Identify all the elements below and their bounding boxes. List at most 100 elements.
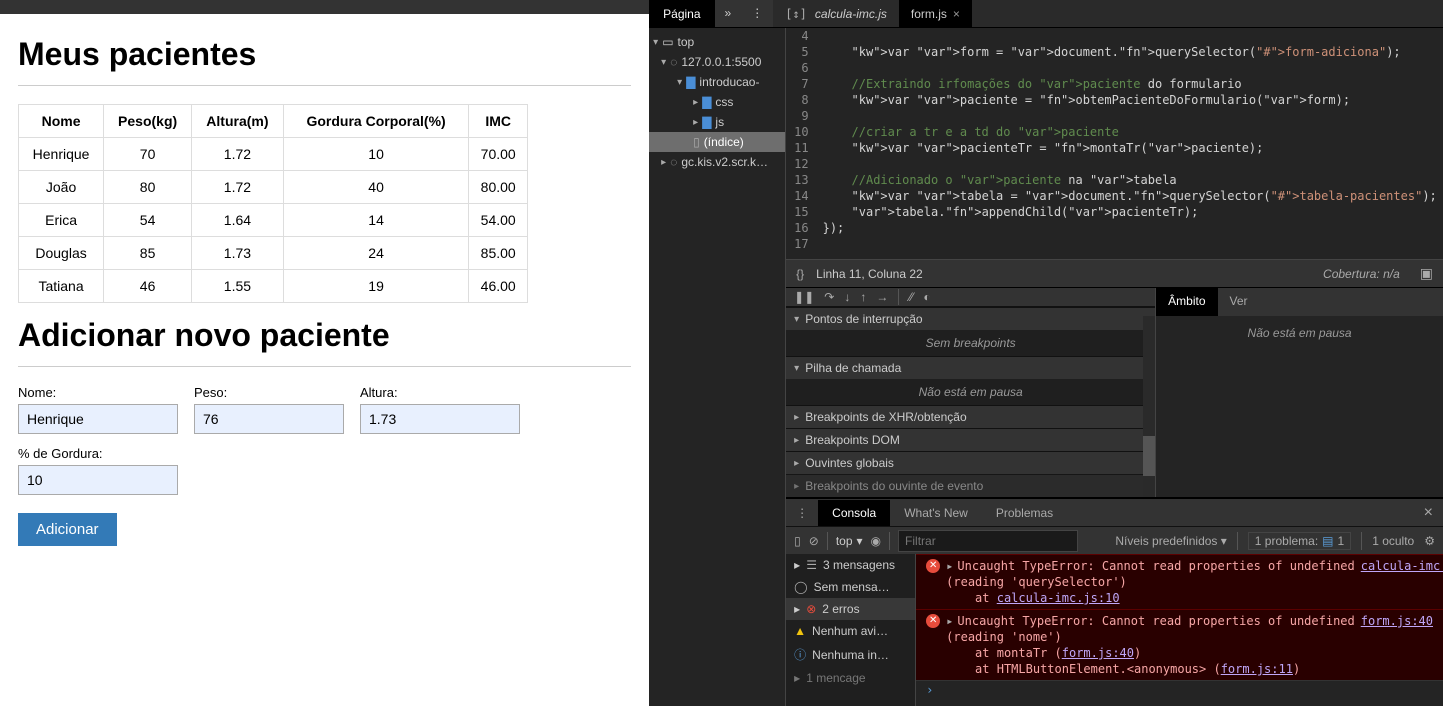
- folder-icon: ▇: [686, 75, 695, 89]
- scrollbar[interactable]: [1143, 316, 1155, 497]
- filter-info[interactable]: ⓘNenhuma in…: [786, 642, 915, 667]
- tree-top[interactable]: ▾▭top: [649, 32, 785, 52]
- file-tab-form[interactable]: form.js×: [899, 0, 972, 27]
- close-icon[interactable]: ×: [1414, 504, 1443, 522]
- collapse-icon[interactable]: ▣: [1420, 265, 1433, 282]
- console-error-1[interactable]: ✕ Uncaught TypeError: Cannot read proper…: [916, 554, 1443, 609]
- tab-console[interactable]: Consola: [818, 500, 890, 526]
- label-peso: Peso:: [194, 385, 344, 400]
- pause-on-exceptions-icon[interactable]: ◐: [923, 290, 930, 304]
- levels-dropdown[interactable]: Níveis predefinidos ▾: [1115, 534, 1226, 548]
- file-tree-sidebar: ▾▭top ▾◌127.0.0.1:5500 ▾▇introducao- ▸▇c…: [649, 28, 786, 706]
- table-cell: 24: [283, 237, 469, 270]
- window-top-bar: [0, 0, 649, 14]
- error-icon: ✕: [926, 559, 940, 573]
- problems-badge[interactable]: 1 problema: ▤ 1: [1248, 532, 1351, 550]
- code-editor[interactable]: 4567891011121314151617 "kw">var "var">fo…: [786, 28, 1443, 260]
- debug-left-panel: ❚❚ ↷ ↓ ↑ → ⁄⁄ ◐ ▾Pontos de interrupção S…: [786, 288, 1156, 497]
- tree-folder-js[interactable]: ▸▇js: [649, 112, 785, 132]
- table-cell: 1.73: [192, 237, 284, 270]
- table-cell: 1.72: [192, 171, 284, 204]
- file-tab-calcula-imc[interactable]: [↕]calcula-imc.js: [773, 0, 899, 27]
- filter-user[interactable]: ◯Sem mensa…: [786, 576, 915, 598]
- step-out-icon[interactable]: ↑: [860, 290, 866, 304]
- filter-messages[interactable]: ▸☰3 mensagens: [786, 554, 915, 576]
- table-cell: 1.64: [192, 204, 284, 237]
- tree-file-indice[interactable]: ▯(índice): [649, 132, 785, 152]
- section-callstack[interactable]: ▾Pilha de chamada: [786, 356, 1155, 379]
- tree-host[interactable]: ▾◌127.0.0.1:5500: [649, 52, 785, 72]
- console-filter-input[interactable]: [898, 530, 1078, 552]
- section-globals[interactable]: ▸Ouvintes globais: [786, 451, 1155, 474]
- step-over-icon[interactable]: ↷: [824, 290, 834, 304]
- heading-patients: Meus pacientes: [18, 36, 631, 73]
- sidebar-toggle-icon[interactable]: ▯: [794, 534, 801, 548]
- tab-pagina[interactable]: Página: [649, 0, 714, 27]
- table-cell: Douglas: [19, 237, 104, 270]
- table-row: Douglas851.732485.00: [19, 237, 528, 270]
- tree-folder-root[interactable]: ▾▇introducao-: [649, 72, 785, 92]
- file-icon: [↕]: [785, 7, 807, 21]
- eye-icon[interactable]: ◉: [871, 534, 881, 548]
- console-toolbar: ▯ ⊘ top▾ ◉ Níveis predefinidos ▾ 1 probl…: [786, 526, 1443, 554]
- pause-icon[interactable]: ❚❚: [794, 290, 814, 304]
- tab-scope[interactable]: Âmbito: [1156, 288, 1217, 316]
- step-icon[interactable]: →: [876, 290, 888, 304]
- cloud-icon: ◌: [670, 55, 677, 69]
- input-gordura[interactable]: [18, 465, 178, 495]
- table-cell: 85: [104, 237, 192, 270]
- source-link[interactable]: form.js:40: [1361, 613, 1433, 677]
- source-link[interactable]: calcula-imc.js:10: [1361, 558, 1443, 606]
- label-gordura: % de Gordura:: [18, 446, 178, 461]
- tab-problems[interactable]: Problemas: [982, 500, 1067, 526]
- section-xhr-bp[interactable]: ▸Breakpoints de XHR/obtenção: [786, 405, 1155, 428]
- stack-link[interactable]: form.js:11: [1221, 662, 1293, 676]
- table-header: Gordura Corporal(%): [283, 105, 469, 138]
- kebab-menu-icon[interactable]: ⋮: [786, 506, 818, 520]
- tab-watch[interactable]: Ver: [1218, 288, 1260, 316]
- input-peso[interactable]: [194, 404, 344, 434]
- error-icon: ✕: [926, 614, 940, 628]
- context-selector[interactable]: top▾: [836, 534, 863, 548]
- table-header: Peso(kg): [104, 105, 192, 138]
- issue-icon: ▤: [1322, 534, 1333, 548]
- table-row: João801.724080.00: [19, 171, 528, 204]
- tabs-overflow-icon[interactable]: »: [715, 0, 742, 27]
- stack-link[interactable]: form.js:40: [1062, 646, 1134, 660]
- step-into-icon[interactable]: ↓: [844, 290, 850, 304]
- table-header: IMC: [469, 105, 528, 138]
- section-dom-bp[interactable]: ▸Breakpoints DOM: [786, 428, 1155, 451]
- table-row: Henrique701.721070.00: [19, 138, 528, 171]
- tree-folder-css[interactable]: ▸▇css: [649, 92, 785, 112]
- tree-gc[interactable]: ▸◌gc.kis.v2.scr.k…: [649, 152, 785, 172]
- close-icon[interactable]: ×: [953, 7, 960, 21]
- table-header: Altura(m): [192, 105, 284, 138]
- table-cell: 1.55: [192, 270, 284, 303]
- kebab-menu-icon[interactable]: ⋮: [741, 0, 773, 27]
- filter-one[interactable]: ▸1 mencage: [786, 667, 915, 689]
- coverage-status: Cobertura: n/a: [1323, 267, 1400, 281]
- console-prompt[interactable]: ›: [916, 680, 1443, 699]
- info-icon: ⓘ: [794, 646, 806, 663]
- deactivate-bp-icon[interactable]: ⁄⁄: [909, 290, 913, 304]
- tab-whatsnew[interactable]: What's New: [890, 500, 982, 526]
- table-cell: João: [19, 171, 104, 204]
- section-breakpoints[interactable]: ▾Pontos de interrupção: [786, 307, 1155, 330]
- input-altura[interactable]: [360, 404, 520, 434]
- clear-console-icon[interactable]: ⊘: [809, 534, 819, 548]
- editor-status-bar: {} Linha 11, Coluna 22 Cobertura: n/a ▣: [786, 260, 1443, 288]
- add-button[interactable]: Adicionar: [18, 513, 117, 546]
- console-error-2[interactable]: ✕ Uncaught TypeError: Cannot read proper…: [916, 609, 1443, 680]
- gear-icon[interactable]: ⚙: [1424, 534, 1435, 548]
- table-cell: 70: [104, 138, 192, 171]
- input-nome[interactable]: [18, 404, 178, 434]
- filter-errors[interactable]: ▸⊗2 erros: [786, 598, 915, 620]
- devtools-top-bar: Página » ⋮ [↕]calcula-imc.js form.js×: [649, 0, 1443, 28]
- table-cell: 54.00: [469, 204, 528, 237]
- section-event-bp[interactable]: ▸Breakpoints do ouvinte de evento: [786, 474, 1155, 497]
- heading-add-patient: Adicionar novo paciente: [18, 317, 631, 354]
- cursor-position: Linha 11, Coluna 22: [816, 267, 923, 281]
- breakpoints-empty: Sem breakpoints: [786, 330, 1155, 356]
- stack-link[interactable]: calcula-imc.js:10: [997, 591, 1120, 605]
- filter-warnings[interactable]: ▲Nenhum avi…: [786, 620, 915, 642]
